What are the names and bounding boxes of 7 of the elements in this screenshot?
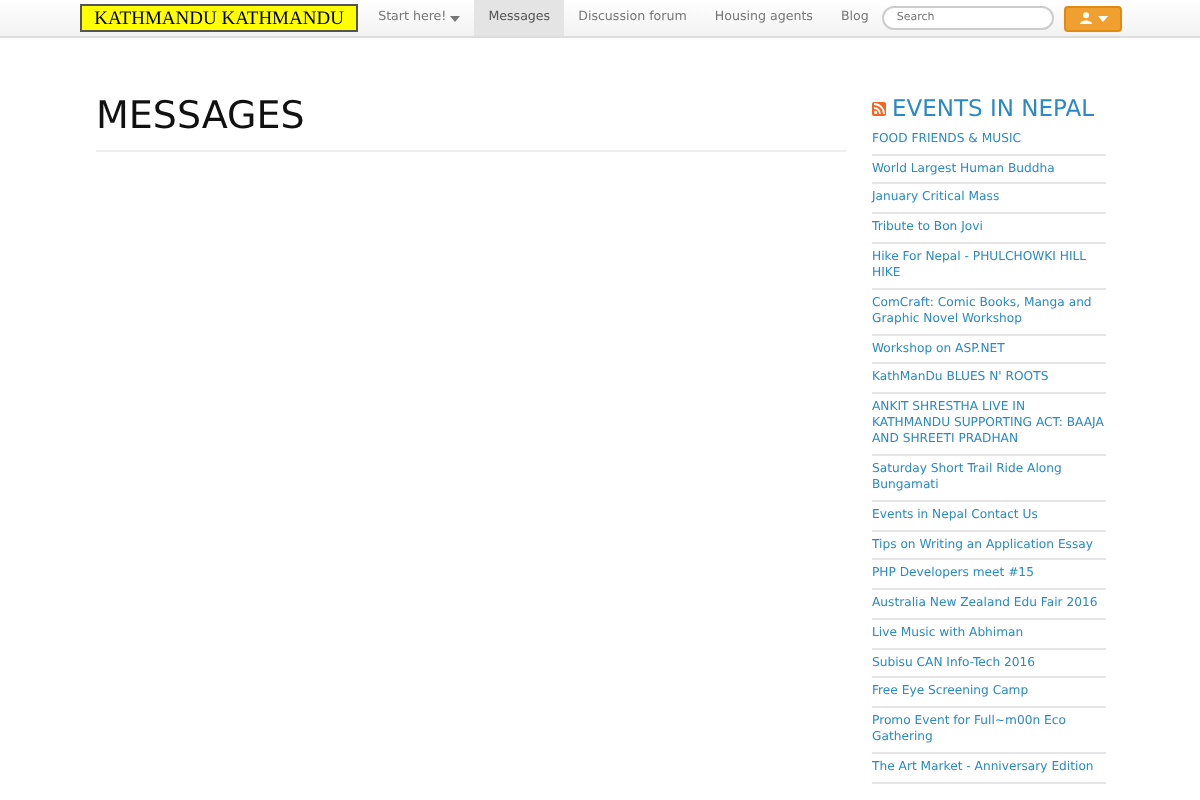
page-title: MESSAGES: [96, 94, 846, 152]
user-menu-button[interactable]: [1064, 5, 1122, 31]
sidebar-title: EVENTS IN NEPAL: [892, 94, 1094, 122]
rss-icon: [872, 101, 886, 115]
caret-icon: [1097, 15, 1108, 21]
user-icon: [1079, 12, 1092, 24]
brand-logo[interactable]: KATHMANDU KATHMANDU: [80, 4, 359, 32]
